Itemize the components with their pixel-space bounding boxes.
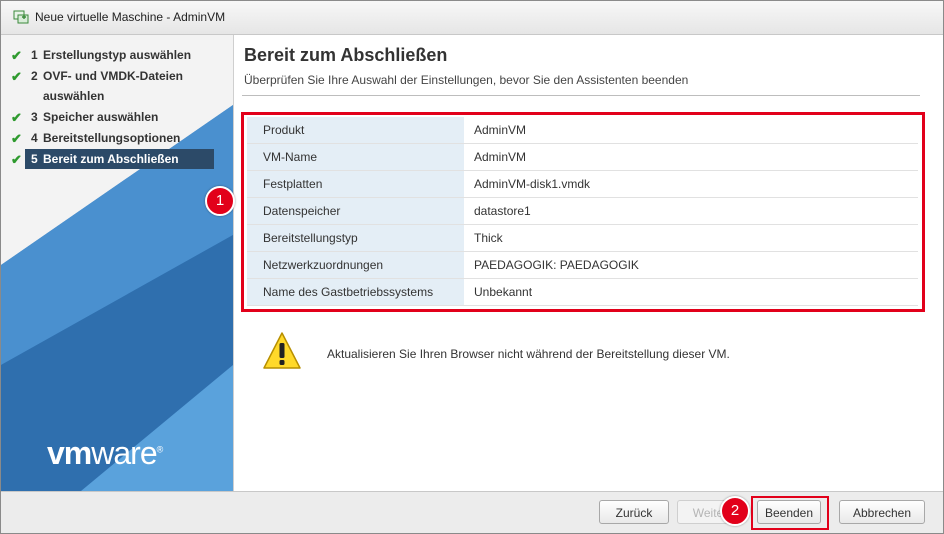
table-row: Festplatten AdminVM-disk1.vmdk	[247, 170, 918, 198]
warning-message: Aktualisieren Sie Ihren Browser nicht wä…	[327, 347, 730, 361]
cancel-button[interactable]: Abbrechen	[839, 500, 925, 524]
title-bar: Neue virtuelle Maschine - AdminVM	[1, 1, 943, 35]
page-title: Bereit zum Abschließen	[244, 45, 448, 65]
main-panel: Bereit zum Abschließen Überprüfen Sie Ih…	[234, 35, 943, 491]
warning-icon	[263, 332, 301, 369]
table-row: Bereitstellungstyp Thick	[247, 224, 918, 252]
window-title: Neue virtuelle Maschine - AdminVM	[35, 10, 226, 24]
finish-button[interactable]: Beenden	[757, 500, 821, 524]
header-divider	[242, 95, 920, 96]
summary-highlight-frame: Produkt AdminVM VM-Name AdminVM Festplatte…	[241, 112, 925, 312]
wizard-steps-sidebar: ✔ 1 Erstellungstyp auswählen ✔ 2 OVF- un…	[1, 35, 234, 491]
annotation-badge-1: 1	[205, 186, 235, 216]
back-button[interactable]: Zurück	[599, 500, 669, 524]
table-row: Produkt AdminVM	[247, 117, 918, 144]
annotation-badge-2: 2	[720, 496, 750, 526]
checkmark-icon: ✔	[11, 48, 22, 63]
vmware-logo: vmware®	[47, 435, 163, 471]
table-row: Name des Gastbetriebssystems Unbekannt	[247, 278, 918, 306]
wizard-window: Neue virtuelle Maschine - AdminVM ✔ 1 Er…	[0, 0, 944, 534]
checkmark-icon: ✔	[11, 110, 22, 125]
wizard-footer: Zurück Weiter Beenden Abbrechen	[1, 491, 943, 533]
checkmark-icon: ✔	[11, 131, 22, 146]
table-row: VM-Name AdminVM	[247, 143, 918, 171]
virtual-machine-icon	[13, 10, 29, 24]
summary-table: Produkt AdminVM VM-Name AdminVM Festplatte…	[247, 117, 918, 306]
table-row: Datenspeicher datastore1	[247, 197, 918, 225]
checkmark-icon: ✔	[11, 152, 22, 167]
page-subtitle: Überprüfen Sie Ihre Auswahl der Einstell…	[244, 73, 689, 87]
checkmark-icon: ✔	[11, 69, 22, 84]
table-row: Netzwerkzuordnungen PAEDAGOGIK: PAEDAGOGI…	[247, 251, 918, 279]
